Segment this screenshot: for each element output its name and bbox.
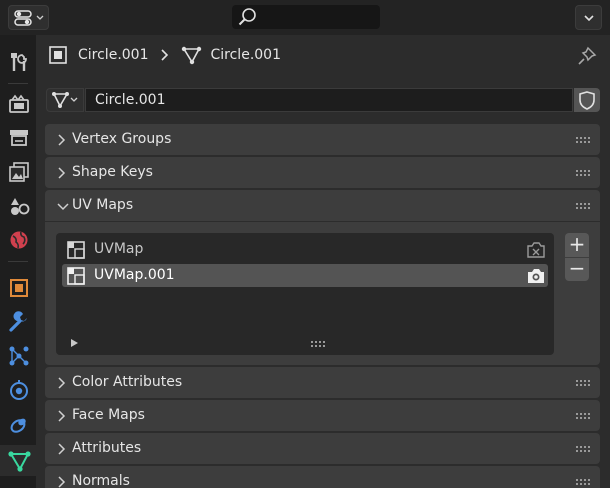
- panel-title: Shape Keys: [72, 164, 153, 180]
- breadcrumb: Circle.001 Circle.001: [48, 38, 281, 72]
- mesh-data-icon: [8, 451, 31, 472]
- pin-icon[interactable]: [576, 45, 598, 67]
- tab-separator: [8, 83, 28, 84]
- mesh-name-field[interactable]: Circle.001: [85, 88, 573, 112]
- panel-attributes[interactable]: Attributes: [45, 433, 600, 464]
- list-filter-expand-icon[interactable]: [70, 338, 80, 348]
- search-icon: [238, 8, 256, 26]
- drag-handle-icon[interactable]: [576, 479, 592, 485]
- browse-mesh-button[interactable]: [46, 88, 84, 112]
- panel-uv-maps[interactable]: UV Maps: [45, 190, 600, 221]
- uv-map-name: UVMap: [94, 241, 144, 257]
- breadcrumb-object-name: Circle.001: [78, 47, 149, 63]
- chevron-down-icon: [57, 203, 69, 211]
- active-render-camera-icon[interactable]: [526, 267, 546, 285]
- tab-render[interactable]: [3, 88, 34, 119]
- constraints-icon: [10, 418, 26, 433]
- chevron-right-icon: [58, 134, 66, 146]
- properties-tab-strip: [0, 35, 36, 488]
- tab-view-layer[interactable]: [3, 156, 34, 187]
- breadcrumb-mesh-name: Circle.001: [210, 47, 282, 63]
- panel-shape-keys[interactable]: Shape Keys: [45, 157, 600, 188]
- search-input[interactable]: [232, 5, 380, 29]
- drag-handle-icon[interactable]: [576, 170, 592, 176]
- view-layer-icon: [9, 162, 29, 182]
- options-dropdown-button[interactable]: [575, 5, 602, 30]
- tab-physics[interactable]: [3, 374, 34, 405]
- tab-particles[interactable]: [3, 340, 34, 371]
- tab-tool[interactable]: [3, 46, 34, 77]
- list-resize-grip-icon[interactable]: [311, 341, 325, 347]
- tab-world[interactable]: [3, 224, 34, 255]
- uv-map-row[interactable]: UVMap: [62, 238, 548, 261]
- panel-title: Normals: [72, 473, 130, 488]
- panel-title: Face Maps: [72, 407, 145, 423]
- object-icon: [49, 46, 67, 64]
- modifier-icon: [9, 311, 27, 332]
- panel-title: Attributes: [72, 440, 142, 456]
- active-render-camera-icon[interactable]: [526, 241, 546, 259]
- panel-vertex-groups[interactable]: Vertex Groups: [45, 124, 600, 155]
- add-uv-map-button[interactable]: +: [565, 233, 589, 257]
- mesh-data-icon: [181, 46, 201, 65]
- tab-separator: [8, 261, 28, 262]
- particles-icon: [9, 346, 29, 366]
- chevron-right-icon: [58, 476, 66, 488]
- properties-header: [0, 0, 610, 35]
- render-icon: [9, 94, 29, 113]
- tab-modifiers[interactable]: [3, 306, 34, 337]
- uv-map-name: UVMap.001: [94, 267, 175, 283]
- output-icon: [10, 130, 28, 146]
- mesh-datablock-selector: Circle.001: [46, 88, 600, 112]
- panel-title: UV Maps: [72, 197, 134, 213]
- mesh-data-icon: [52, 92, 78, 108]
- tab-scene[interactable]: [3, 190, 34, 221]
- panel-title: Vertex Groups: [72, 131, 172, 147]
- uv-map-icon: [67, 241, 85, 259]
- drag-handle-icon[interactable]: [576, 413, 592, 419]
- physics-icon: [10, 380, 28, 400]
- drag-handle-icon[interactable]: [576, 380, 592, 386]
- panel-title: Color Attributes: [72, 374, 183, 390]
- tab-object[interactable]: [3, 272, 34, 303]
- tool-icon: [11, 53, 27, 71]
- tab-mesh-data[interactable]: [0, 445, 36, 476]
- fake-user-button[interactable]: [574, 88, 600, 112]
- chevron-right-icon: [160, 49, 168, 61]
- tab-constraints[interactable]: [3, 408, 34, 439]
- uv-map-list-buttons: + −: [565, 233, 589, 281]
- uv-map-icon: [67, 267, 85, 285]
- tab-output[interactable]: [3, 122, 34, 153]
- chevron-down-icon: [584, 15, 594, 22]
- remove-uv-map-button[interactable]: −: [565, 257, 589, 281]
- chevron-right-icon: [58, 443, 66, 455]
- chevron-right-icon: [58, 377, 66, 389]
- panel-face-maps[interactable]: Face Maps: [45, 400, 600, 431]
- drag-handle-icon[interactable]: [576, 203, 592, 209]
- world-icon: [10, 231, 28, 249]
- scene-icon: [11, 198, 30, 215]
- uv-map-row-selected[interactable]: UVMap.001: [62, 264, 548, 287]
- chevron-right-icon: [58, 410, 66, 422]
- panel-normals[interactable]: Normals: [45, 466, 600, 488]
- object-icon: [10, 279, 28, 297]
- panel-color-attributes[interactable]: Color Attributes: [45, 367, 600, 398]
- shield-icon: [579, 91, 595, 110]
- chevron-right-icon: [58, 167, 66, 179]
- editor-type-button[interactable]: [8, 5, 49, 30]
- drag-handle-icon[interactable]: [576, 137, 592, 143]
- drag-handle-icon[interactable]: [576, 446, 592, 452]
- properties-editor-icon: [14, 10, 44, 26]
